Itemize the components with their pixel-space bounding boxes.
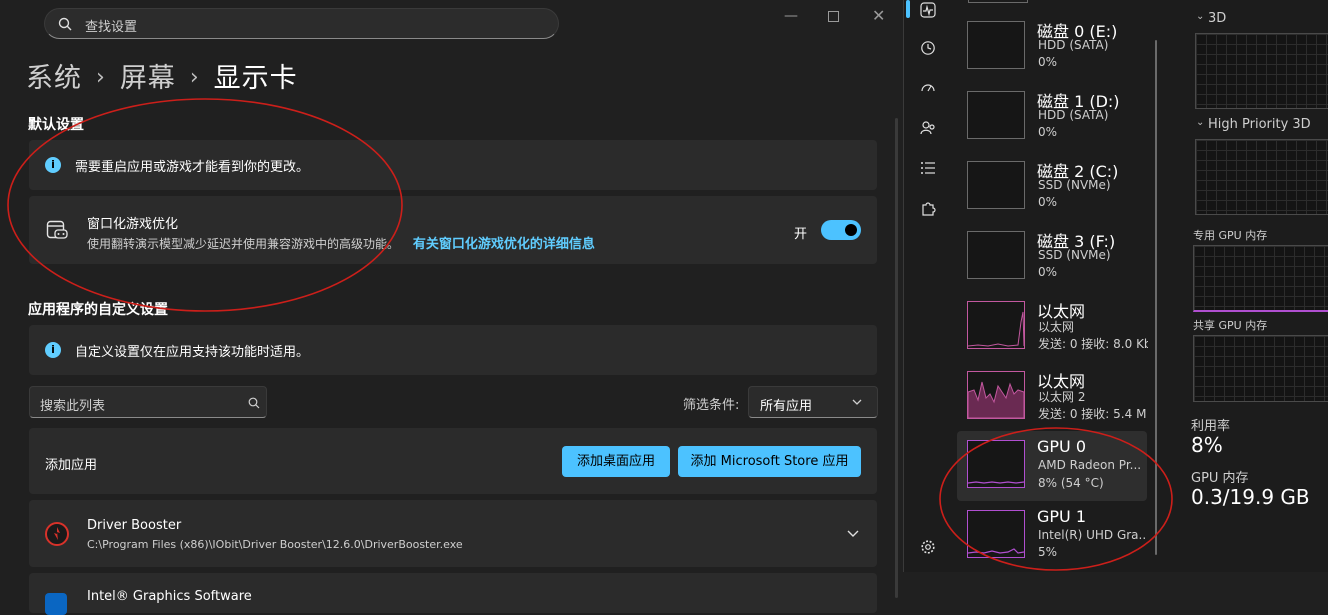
device-graph-thumb [967, 21, 1025, 69]
toggle-knob [845, 224, 857, 236]
list-search-placeholder: 搜索此列表 [40, 399, 106, 414]
breadcrumb-system[interactable]: 系统 [26, 63, 82, 94]
add-desktop-app-button[interactable]: 添加桌面应用 [562, 446, 670, 477]
custom-notice-card: i 自定义设置仅在应用支持该功能时适用。 [29, 325, 877, 375]
filter-dropdown[interactable]: 所有应用 [748, 386, 878, 418]
minimize-icon[interactable]: — [784, 8, 798, 24]
startup-apps-icon[interactable] [910, 74, 946, 102]
toggle-state-label: 开 [794, 227, 808, 242]
device-item-disk1[interactable]: 磁盘 1 (D:) HDD (SATA) 0% [957, 84, 1147, 150]
add-app-card: 添加应用 添加桌面应用 添加 Microsoft Store 应用 [29, 428, 877, 494]
search-icon [58, 17, 72, 31]
list-search-input[interactable]: 搜索此列表 [29, 386, 267, 418]
gpu-memory-value: 0.3/19.9 GB [1191, 485, 1310, 509]
device-thumb-partial [968, 0, 1028, 3]
breadcrumb-separator: › [96, 65, 106, 90]
device-sub: SSD (NVMe) [1038, 248, 1111, 262]
device-usage: 发送: 0 接收: 5.4 M [1038, 407, 1147, 421]
device-sub: HDD (SATA) [1038, 38, 1109, 52]
chevron-down-icon[interactable] [847, 530, 859, 538]
search-icon [248, 397, 260, 409]
breadcrumb-separator: › [189, 65, 200, 90]
window-opt-toggle[interactable] [821, 220, 861, 240]
utilization-value: 8% [1191, 433, 1223, 457]
utilization-label: 利用率 [1191, 419, 1231, 434]
window-opt-details-link[interactable]: 有关窗口化游戏优化的详细信息 [413, 237, 595, 252]
device-item-disk3[interactable]: 磁盘 3 (F:) SSD (NVMe) 0% [957, 224, 1147, 290]
services-icon[interactable] [910, 194, 946, 222]
engine-3d-graph [1195, 33, 1328, 109]
device-item-ethernet2[interactable]: 以太网 以太网 2 发送: 0 接收: 5.4 M [957, 364, 1147, 430]
device-item-ethernet[interactable]: 以太网 以太网 发送: 0 接收: 8.0 Kb [957, 294, 1148, 360]
settings-scrollbar[interactable] [895, 118, 898, 598]
annotation-circle [7, 98, 403, 312]
filter-value: 所有应用 [760, 399, 813, 414]
performance-icon[interactable] [910, 0, 946, 24]
app-row-intel-graphics[interactable]: Intel® Graphics Software [29, 573, 877, 615]
app-name: Intel® Graphics Software [87, 589, 252, 604]
search-placeholder: 查找设置 [85, 20, 138, 35]
device-graph-thumb [967, 231, 1025, 279]
shared-memory-label: 共享 GPU 内存 [1193, 319, 1268, 332]
close-icon[interactable]: ✕ [872, 6, 885, 25]
engine-hp3d-label[interactable]: High Priority 3D [1208, 117, 1311, 132]
app-history-icon[interactable] [910, 34, 946, 62]
page-title: 显示卡 [213, 63, 298, 94]
chevron-down-icon[interactable]: ⌄ [1196, 11, 1204, 22]
dedicated-memory-graph [1193, 245, 1328, 312]
details-icon[interactable] [910, 154, 946, 182]
breadcrumb-display[interactable]: 屏幕 [120, 63, 176, 94]
chevron-down-icon [852, 399, 862, 405]
desktop-background [903, 572, 1328, 600]
breadcrumb: 系统 › 屏幕 › 显示卡 [26, 56, 298, 95]
custom-notice-text: 自定义设置仅在应用支持该功能时适用。 [75, 345, 310, 360]
users-icon[interactable] [910, 114, 946, 142]
add-app-label: 添加应用 [45, 458, 98, 473]
engine-hp3d-graph [1195, 139, 1328, 215]
app-name: Driver Booster [87, 518, 182, 533]
driver-booster-icon [45, 522, 69, 546]
device-graph-thumb [967, 91, 1025, 139]
chevron-down-icon[interactable]: ⌄ [1196, 117, 1204, 128]
device-usage: 0% [1038, 195, 1058, 209]
shared-memory-graph [1193, 335, 1328, 402]
device-sub: 以太网 2 [1038, 390, 1086, 404]
maximize-icon[interactable] [828, 11, 839, 22]
device-graph-thumb [967, 371, 1025, 419]
engine-3d-label[interactable]: 3D [1208, 11, 1226, 26]
device-graph-thumb [967, 161, 1025, 209]
device-usage: 0% [1038, 125, 1058, 139]
app-path: C:\Program Files (x86)\IObit\Driver Boos… [87, 538, 463, 551]
add-store-app-button[interactable]: 添加 Microsoft Store 应用 [678, 446, 861, 477]
gpu-memory-label: GPU 内存 [1191, 471, 1249, 486]
annotation-circle [939, 427, 1173, 571]
device-graph-thumb [967, 301, 1025, 349]
filter-label: 筛选条件: [683, 398, 740, 413]
info-icon: i [45, 342, 61, 358]
app-row-driver-booster[interactable]: Driver Booster C:\Program Files (x86)\IO… [29, 500, 877, 567]
device-sub: 以太网 [1038, 320, 1075, 334]
device-sub: HDD (SATA) [1038, 108, 1109, 122]
dedicated-memory-label: 专用 GPU 内存 [1193, 229, 1268, 242]
device-sub: SSD (NVMe) [1038, 178, 1111, 192]
device-usage: 0% [1038, 265, 1058, 279]
device-usage: 0% [1038, 55, 1058, 69]
device-usage: 发送: 0 接收: 8.0 Kb [1038, 337, 1148, 351]
intel-graphics-icon [45, 593, 67, 615]
device-item-disk2[interactable]: 磁盘 2 (C:) SSD (NVMe) 0% [957, 154, 1147, 220]
device-item-disk0[interactable]: 磁盘 0 (E:) HDD (SATA) 0% [957, 14, 1147, 80]
settings-search-box[interactable]: 查找设置 [44, 8, 559, 39]
settings-window: 查找设置 — ✕ 系统 › 屏幕 › 显示卡 默认设置 i 需要重启应用或游戏才能看到你… [0, 0, 900, 615]
